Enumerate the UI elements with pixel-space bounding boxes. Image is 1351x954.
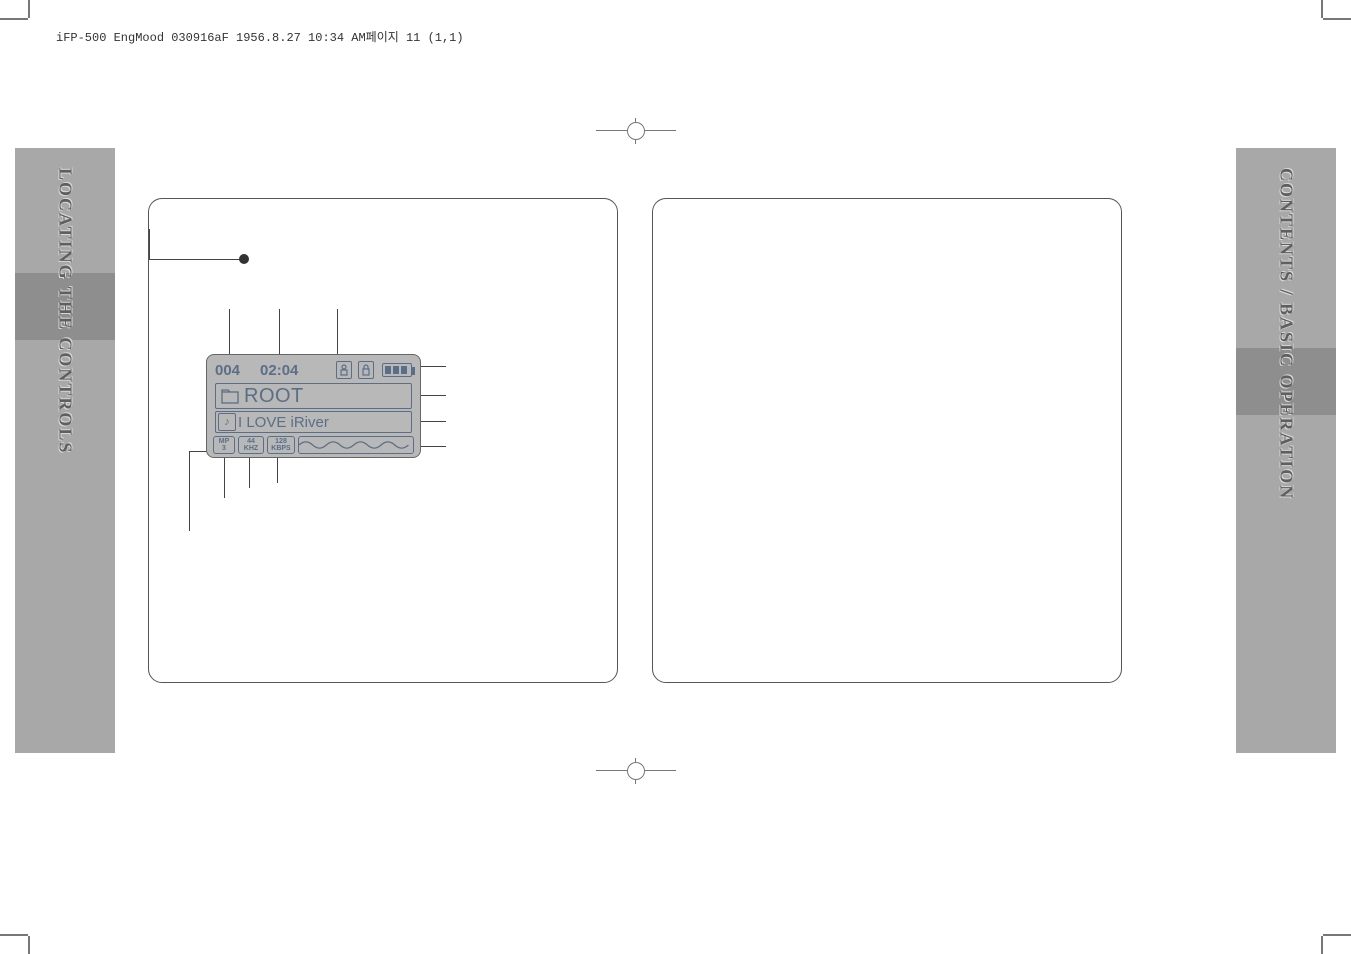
lcd-track-number: 004 — [215, 362, 240, 379]
right-section-tab: CONTENTS / BASIC OPERATION — [1236, 148, 1336, 753]
callout-line — [421, 421, 446, 422]
lcd-folder-name: ROOT — [244, 385, 304, 408]
right-page-panel — [652, 198, 1122, 683]
page-imposition-header: iFP-500 EngMood 030916aF 1956.8.27 10:34… — [56, 28, 464, 45]
lcd-elapsed-time: 02:04 — [260, 362, 298, 379]
lcd-display: 004 02:04 ROOT — [206, 354, 421, 458]
left-page-panel: 004 02:04 ROOT — [148, 198, 618, 683]
callout-line — [277, 458, 278, 483]
crop-mark — [28, 936, 30, 954]
play-mode-icon — [336, 361, 352, 379]
bitrate-badge: 128KBPS — [267, 436, 295, 454]
crop-mark — [0, 934, 28, 936]
callout-line — [421, 395, 446, 396]
crop-mark — [1323, 934, 1351, 936]
battery-icon — [382, 363, 412, 377]
samplerate-badge: 44KHZ — [238, 436, 264, 454]
crop-mark — [1321, 0, 1323, 18]
registration-mark-icon — [596, 760, 676, 782]
crop-mark — [28, 0, 30, 18]
callout-line — [149, 259, 244, 260]
lcd-track-title: I LOVE iRiver — [238, 414, 329, 431]
crop-mark — [0, 18, 28, 20]
callout-line — [149, 229, 150, 259]
callout-dot-icon — [239, 254, 249, 264]
callout-line — [249, 458, 250, 488]
crop-mark — [1321, 936, 1323, 954]
callout-line — [224, 458, 225, 498]
left-tab-label: LOCATING THE CONTROLS — [55, 168, 76, 454]
music-note-icon: ♪ — [218, 413, 236, 431]
callout-line — [189, 451, 190, 531]
crop-mark — [1323, 18, 1351, 20]
waveform-icon — [298, 436, 414, 454]
right-tab-label: CONTENTS / BASIC OPERATION — [1276, 168, 1297, 500]
registration-mark-icon — [596, 120, 676, 142]
callout-line — [421, 446, 446, 447]
left-section-tab: LOCATING THE CONTROLS — [15, 148, 115, 753]
format-badge: MP3 — [213, 436, 235, 454]
callout-line — [421, 366, 446, 367]
folder-icon — [219, 386, 241, 406]
lock-icon — [358, 361, 374, 379]
